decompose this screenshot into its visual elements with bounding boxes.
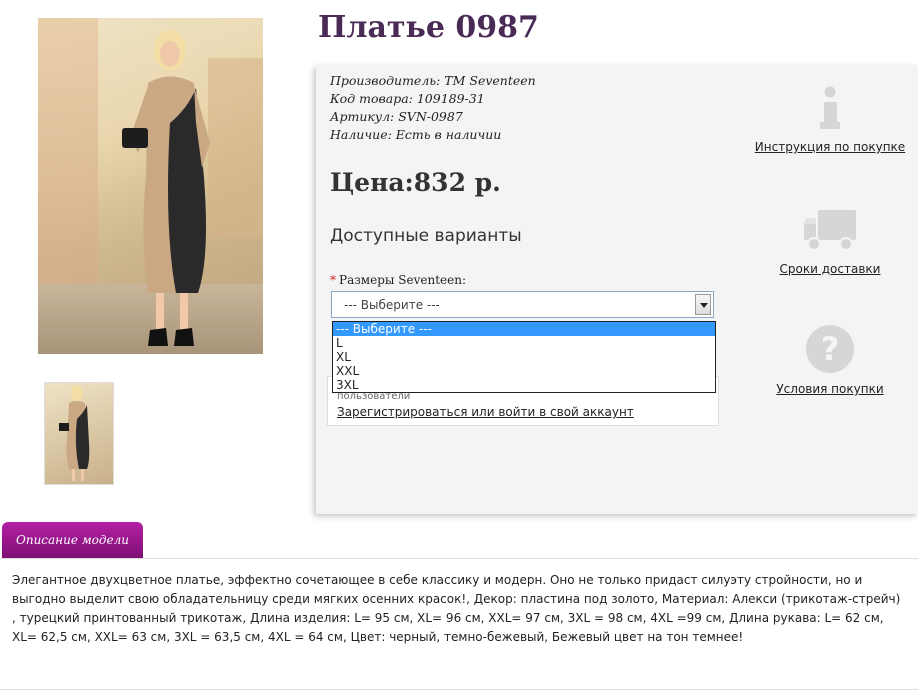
svg-text:?: ? <box>821 330 840 368</box>
product-info-panel: Производитель: TM Seventeen Код товара: … <box>316 66 918 514</box>
dropdown-option[interactable]: XXL <box>333 364 715 378</box>
dropdown-option[interactable]: XL <box>333 350 715 364</box>
description-box: Элегантное двухцветное платье, эффектно … <box>0 558 918 690</box>
product-thumbnail[interactable] <box>44 382 114 485</box>
description-text: Элегантное двухцветное платье, эффектно … <box>12 573 901 644</box>
size-dropdown-list: --- Выберите --- L XL XXL 3XL <box>332 321 716 393</box>
thumbnail-figure <box>59 385 90 481</box>
terms-link[interactable]: Условия покупки <box>750 382 910 396</box>
instructions-link[interactable]: Инструкция по покупке <box>750 140 910 154</box>
dropdown-option[interactable]: 3XL <box>333 378 715 392</box>
terms-block: ? Условия покупки <box>750 324 910 396</box>
dropdown-option[interactable]: L <box>333 336 715 350</box>
product-meta: Производитель: TM Seventeen Код товара: … <box>330 72 536 144</box>
price: Цена:832 р. <box>330 168 501 197</box>
size-select[interactable]: --- Выберите --- <box>331 291 714 318</box>
truck-icon <box>804 210 856 251</box>
size-label: * Размеры Seventeen: <box>330 273 466 287</box>
article: Артикул: SVN-0987 <box>330 109 463 124</box>
product-title: Платье 0987 <box>318 10 539 45</box>
product-code: Код товара: 109189-31 <box>330 91 485 106</box>
delivery-block: Сроки доставки <box>750 208 910 276</box>
size-select-value: --- Выберите --- <box>344 298 440 312</box>
register-login-link[interactable]: Зарегистрироваться или войти в свой акка… <box>337 405 634 419</box>
required-mark: * <box>330 273 336 287</box>
info-icon <box>820 86 840 129</box>
product-main-image[interactable] <box>38 18 263 354</box>
dropdown-option[interactable]: --- Выберите --- <box>333 322 715 336</box>
instructions-block: Инструкция по покупке <box>750 86 910 154</box>
question-icon: ? <box>806 325 854 373</box>
tab-description[interactable]: Описание модели <box>2 522 143 558</box>
model-figure <box>122 30 210 346</box>
delivery-link[interactable]: Сроки доставки <box>750 262 910 276</box>
variants-heading: Доступные варианты <box>330 226 522 246</box>
availability: Наличие: Есть в наличии <box>330 127 502 142</box>
size-label-text: Размеры Seventeen: <box>339 273 466 287</box>
chevron-down-icon[interactable] <box>695 294 711 315</box>
manufacturer: Производитель: TM Seventeen <box>330 73 536 88</box>
